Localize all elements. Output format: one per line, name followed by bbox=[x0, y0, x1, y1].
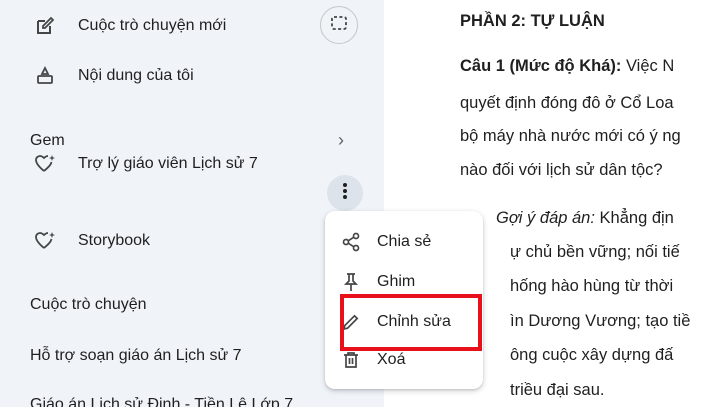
my-content-label: Nội dung của tôi bbox=[78, 67, 194, 84]
menu-item-label: Xoá bbox=[377, 351, 406, 368]
gem-heart-icon bbox=[34, 153, 56, 175]
menu-item-label: Chia sẻ bbox=[377, 233, 432, 250]
section-heading: PHẦN 2: TỰ LUẬN bbox=[460, 12, 605, 30]
chevron-right-icon[interactable]: › bbox=[338, 130, 344, 151]
trash-icon bbox=[341, 350, 361, 370]
question-line: quyết định đóng đô ở Cổ Loa bbox=[460, 94, 674, 112]
hint-label: Gợi ý đáp án: bbox=[496, 209, 595, 227]
hint-text: Khẳng địn bbox=[594, 209, 674, 227]
temporary-chat-button[interactable] bbox=[320, 6, 358, 44]
gem-options-button[interactable] bbox=[327, 175, 363, 211]
gem-heart-icon bbox=[34, 230, 56, 252]
question-text: Việc N bbox=[621, 57, 675, 75]
chat-item-label: Giáo án Lịch sử Đinh - Tiền Lê Lớp 7 bbox=[30, 396, 294, 407]
hint-line: ự chủ bền vững; nối tiế bbox=[510, 243, 680, 261]
new-chat-label: Cuộc trò chuyện mới bbox=[78, 17, 227, 34]
menu-item-share[interactable]: Chia sẻ bbox=[325, 223, 483, 261]
my-content-item[interactable]: Nội dung của tôi bbox=[0, 62, 384, 90]
gem-item-label: Trợ lý giáo viên Lịch sử 7 bbox=[78, 155, 258, 172]
hint-line: ìn Dương Vương; tạo tiề bbox=[510, 312, 691, 330]
edit-icon bbox=[34, 15, 56, 37]
hint-line: ông cuộc xây dựng đấ bbox=[510, 346, 674, 364]
question-line: nào đối với lịch sử dân tộc? bbox=[460, 161, 663, 179]
pin-icon bbox=[341, 272, 361, 292]
question-line: Câu 1 (Mức độ Khá): Việc N bbox=[460, 57, 674, 76]
more-vert-icon bbox=[342, 182, 348, 205]
chat-item-label: Hỗ trợ soạn giáo án Lịch sử 7 bbox=[30, 347, 242, 364]
share-icon bbox=[341, 232, 361, 252]
chats-section-label: Cuộc trò chuyện bbox=[30, 296, 147, 313]
gem-section-label: Gem bbox=[30, 132, 65, 149]
hint-line: triều đại sau. bbox=[510, 381, 605, 399]
question-label: Câu 1 (Mức độ Khá): bbox=[460, 57, 622, 75]
chat-item[interactable]: Giáo án Lịch sử Đinh - Tiền Lê Lớp 7 bbox=[0, 391, 384, 407]
hint-line: hống hào hùng từ thời bbox=[510, 277, 674, 295]
annotation-highlight-box bbox=[340, 294, 482, 351]
menu-item-label: Ghim bbox=[377, 273, 416, 290]
gem-item-label: Storybook bbox=[78, 232, 151, 249]
shapes-icon bbox=[34, 65, 56, 87]
hint-line: Gợi ý đáp án: Khẳng địn bbox=[496, 209, 674, 228]
gem-item[interactable]: Trợ lý giáo viên Lịch sử 7 bbox=[0, 150, 384, 178]
question-line: bộ máy nhà nước mới có ý ng bbox=[460, 127, 681, 145]
dashed-square-icon bbox=[330, 14, 348, 37]
